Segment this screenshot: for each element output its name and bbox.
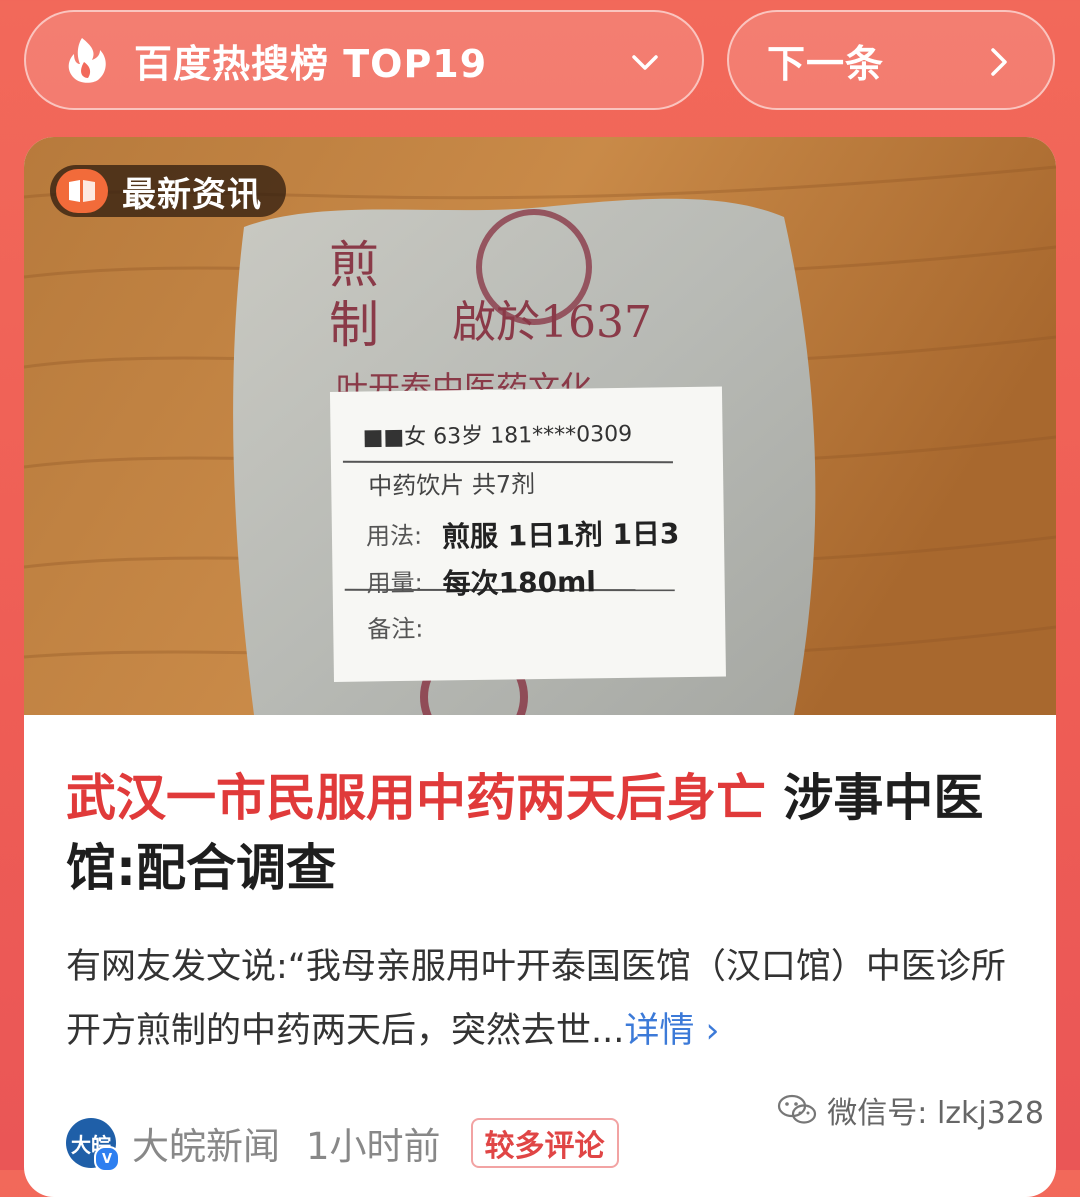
- news-summary: 有网友发文说:“我母亲服用叶开泰国医馆（汉口馆）中医诊所开方煎制的中药两天后，突…: [66, 935, 1026, 1063]
- summary-text: 有网友发文说:“我母亲服用叶开泰国医馆（汉口馆）中医诊所开方煎制的中药两天后，突…: [66, 947, 1006, 1051]
- medicine-bag-photo: 煎 制 啟於1637 叶开泰中医药文化 ■■女 63岁 181****0309 …: [24, 137, 1056, 715]
- wechat-icon: [778, 1094, 817, 1124]
- latest-news-label: 最新资讯: [122, 174, 262, 215]
- latest-news-badge: 最新资讯: [50, 165, 286, 217]
- chevron-right-icon: [991, 48, 1007, 76]
- baidu-flame-icon: [68, 38, 106, 83]
- label-line-4-value: 每次180ml: [442, 565, 596, 600]
- details-link[interactable]: 详情 ›: [624, 1011, 719, 1051]
- news-photo[interactable]: 煎 制 啟於1637 叶开泰中医药文化 ■■女 63岁 181****0309 …: [24, 137, 1056, 715]
- comments-tag: 较多评论: [470, 1118, 619, 1168]
- package-text-1: 煎: [329, 236, 379, 294]
- label-line-1: ■■女 63岁 181****0309: [362, 422, 632, 451]
- label-line-4-key: 用量:: [366, 569, 422, 598]
- publish-time: 1小时前: [306, 1125, 441, 1168]
- label-line-5-key: 备注:: [367, 615, 423, 644]
- wechat-watermark: 微信号: lzkj328: [777, 1088, 1044, 1132]
- top-bar: 百度热搜榜 TOP19 下一条: [0, 0, 1080, 130]
- headline-highlight: 武汉一市民服用中药两天后身亡: [66, 769, 766, 827]
- package-text-2: 制: [329, 296, 379, 354]
- wechat-watermark-text: 微信号: lzkj328: [827, 1096, 1044, 1131]
- verified-badge-icon: V: [94, 1146, 120, 1172]
- news-book-icon: [56, 169, 108, 213]
- next-item-label: 下一条: [767, 41, 885, 86]
- news-headline[interactable]: 武汉一市民服用中药两天后身亡 涉事中医馆:配合调查: [66, 763, 1006, 903]
- next-item-button[interactable]: 下一条: [727, 10, 1055, 110]
- source-name[interactable]: 大皖新闻: [132, 1116, 280, 1170]
- label-line-2: 中药饮片 共7剂: [368, 470, 535, 500]
- news-card[interactable]: 煎 制 啟於1637 叶开泰中医药文化 ■■女 63岁 181****0309 …: [24, 137, 1056, 1197]
- package-text-3: 啟於1637: [452, 297, 652, 348]
- hot-search-rank-label: 百度热搜榜 TOP19: [134, 41, 488, 86]
- label-line-3-key: 用法:: [366, 522, 422, 551]
- chevron-down-icon: [632, 55, 658, 70]
- hot-search-rank-dropdown[interactable]: 百度热搜榜 TOP19: [24, 10, 704, 110]
- source-avatar[interactable]: 大皖 V: [66, 1118, 120, 1172]
- label-line-3-value: 煎服 1日1剂 1日3: [442, 517, 680, 553]
